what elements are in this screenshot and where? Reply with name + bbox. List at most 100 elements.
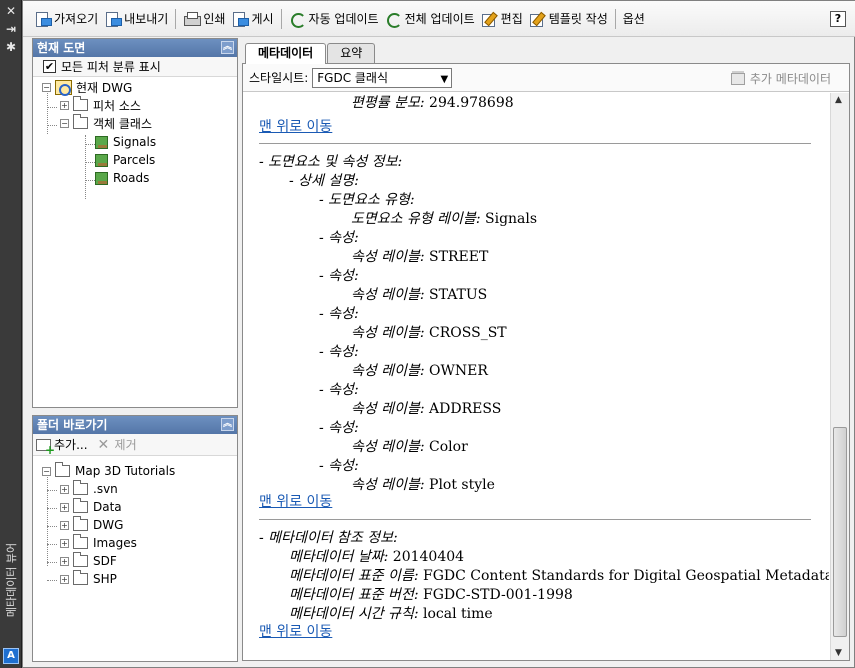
- back-to-top-link[interactable]: 맨 위로 이동: [259, 493, 332, 512]
- printer-icon: [183, 11, 202, 27]
- import-icon: [34, 11, 52, 27]
- scroll-down-icon[interactable]: ▼: [835, 648, 842, 658]
- toolbar-separator: [175, 8, 177, 29]
- export-button[interactable]: 내보내기: [101, 6, 171, 32]
- collapse-icon[interactable]: −: [42, 466, 51, 476]
- auto-update-label: 자동 업데이트: [308, 12, 379, 26]
- publish-button[interactable]: 게시: [228, 6, 276, 32]
- print-button[interactable]: 인쇄: [180, 6, 228, 32]
- tree-item-current-dwg[interactable]: − 현재 DWG: [42, 78, 132, 96]
- template-icon: [529, 11, 546, 27]
- properties-icon[interactable]: ✱: [4, 40, 18, 54]
- add-metadata-label: 추가 메타데이터: [749, 72, 831, 86]
- doc-attribute-line: 속성 레이블: Plot style: [351, 477, 495, 493]
- tree-item-parcels[interactable]: Parcels: [95, 151, 155, 169]
- folder-icon: [73, 96, 88, 111]
- tree-item-label: Signals: [113, 135, 157, 149]
- folder-shortcuts-toolbar: 추가... ✕ 제거: [33, 434, 237, 457]
- show-all-feature-classes-row[interactable]: ✔ 모든 피처 분류 표시: [33, 57, 237, 77]
- layer-icon: [95, 171, 108, 185]
- toolbar: 가져오기 내보내기 인쇄 게시 자동 업데이트 전체 업데이트 편집 템플릿 작…: [23, 1, 855, 37]
- folder-item-images[interactable]: + Images: [60, 534, 137, 552]
- doc-attribute-line: 속성 레이블: CROSS_ST: [351, 325, 507, 341]
- folder-item-dwg[interactable]: + DWG: [60, 516, 123, 534]
- auto-update-button[interactable]: 자동 업데이트: [286, 6, 382, 32]
- folder-item-data[interactable]: + Data: [60, 498, 122, 516]
- folder-item-svn[interactable]: + .svn: [60, 480, 118, 498]
- tree-item-roads[interactable]: Roads: [95, 169, 149, 187]
- palette-title[interactable]: 메타데이터 뷰어: [2, 520, 20, 640]
- scrollbar-thumb[interactable]: [833, 427, 847, 637]
- expand-icon[interactable]: +: [60, 520, 69, 530]
- collapse-up-icon[interactable]: ︽: [221, 41, 234, 54]
- expand-icon[interactable]: +: [60, 100, 69, 110]
- add-folder-button[interactable]: 추가...: [36, 436, 88, 457]
- folder-icon: [73, 570, 88, 585]
- expand-icon[interactable]: +: [60, 538, 69, 548]
- expand-icon[interactable]: +: [60, 556, 69, 566]
- expand-icon[interactable]: +: [60, 574, 69, 584]
- collapse-up-icon[interactable]: ︽: [221, 418, 234, 431]
- tree-item-label: 객체 클래스: [93, 116, 153, 131]
- tree-item-label: 피처 소스: [93, 98, 141, 113]
- folder-item-map-3d-tutorials[interactable]: − Map 3D Tutorials: [42, 462, 175, 480]
- folder-item-shp[interactable]: + SHP: [60, 570, 117, 588]
- doc-metadata-date: 메타데이터 날짜: 20140404: [289, 549, 465, 565]
- doc-attribute-line: 속성 레이블: OWNER: [351, 363, 488, 379]
- folder-item-label: SHP: [93, 572, 117, 586]
- folder-icon: [73, 534, 88, 549]
- view-tabs: 메타데이터 요약: [245, 43, 376, 64]
- create-template-button[interactable]: 템플릿 작성: [526, 6, 611, 32]
- doc-attribute-heading: - 속성:: [319, 268, 359, 284]
- import-button[interactable]: 가져오기: [31, 6, 101, 32]
- dropdown-arrow-icon: ▼: [440, 73, 449, 85]
- current-drawing-header[interactable]: 현재 도면 ︽: [33, 39, 237, 57]
- edit-button[interactable]: 편집: [478, 6, 526, 32]
- tree-item-signals[interactable]: Signals: [95, 133, 156, 151]
- dwg-icon: [55, 79, 72, 96]
- close-icon[interactable]: ✕: [4, 4, 18, 18]
- add-metadata-button[interactable]: 추가 메타데이터: [730, 70, 831, 87]
- expand-icon[interactable]: +: [60, 502, 69, 512]
- tree-item-feature-sources[interactable]: + 피처 소스: [60, 96, 141, 114]
- folder-icon: [73, 498, 88, 513]
- folder-item-label: Data: [93, 500, 122, 514]
- export-icon: [104, 11, 123, 27]
- toolbar-separator: [280, 8, 282, 29]
- folder-item-label: Images: [93, 536, 137, 550]
- doc-attribute-heading: - 속성:: [319, 458, 359, 474]
- stylesheet-label: 스타일시트:: [249, 71, 309, 85]
- collapse-icon[interactable]: −: [60, 118, 69, 128]
- back-to-top-link[interactable]: 맨 위로 이동: [259, 118, 332, 137]
- auto-hide-icon[interactable]: ⇥: [4, 22, 18, 36]
- update-all-label: 전체 업데이트: [404, 12, 475, 26]
- stylesheet-select[interactable]: FGDC 클래식 ▼: [312, 67, 453, 88]
- remove-folder-button[interactable]: ✕ 제거: [98, 436, 137, 453]
- collapse-icon[interactable]: −: [42, 82, 51, 92]
- doc-line-flattening: 편평률 분모: 294.978698: [351, 95, 514, 111]
- tab-metadata[interactable]: 메타데이터: [245, 43, 327, 64]
- section-divider: [259, 143, 811, 144]
- metadata-content-panel: 스타일시트: FGDC 클래식 ▼ 추가 메타데이터 편평률 분모: 294.9…: [242, 63, 850, 661]
- folder-item-sdf[interactable]: + SDF: [60, 552, 117, 570]
- expand-icon[interactable]: +: [60, 484, 69, 494]
- back-to-top-link[interactable]: 맨 위로 이동: [259, 623, 332, 642]
- doc-attribute-heading: - 속성:: [319, 344, 359, 360]
- options-button[interactable]: 옵션: [620, 6, 648, 32]
- help-button[interactable]: ?: [830, 11, 846, 27]
- doc-entity-type-line: 도면요소 유형 레이블: Signals: [351, 211, 538, 227]
- vertical-scrollbar[interactable]: ▲ ▼: [830, 93, 849, 660]
- scroll-up-icon[interactable]: ▲: [835, 95, 842, 105]
- tab-summary[interactable]: 요약: [327, 43, 376, 63]
- tree-item-object-classes[interactable]: − 객체 클래스: [60, 114, 152, 132]
- section-divider: [259, 519, 811, 520]
- doc-attribute-line: 속성 레이블: Color: [351, 439, 468, 455]
- show-all-feature-classes-checkbox[interactable]: ✔: [43, 60, 56, 73]
- update-all-button[interactable]: 전체 업데이트: [382, 6, 478, 32]
- metadata-viewer-window: 가져오기 내보내기 인쇄 게시 자동 업데이트 전체 업데이트 편집 템플릿 작…: [22, 0, 855, 668]
- toolbar-separator: [614, 8, 616, 29]
- folder-item-label: SDF: [93, 554, 117, 568]
- layer-icon: [95, 153, 108, 167]
- edit-icon: [481, 11, 498, 27]
- folder-shortcuts-header[interactable]: 폴더 바로가기 ︽: [33, 416, 237, 434]
